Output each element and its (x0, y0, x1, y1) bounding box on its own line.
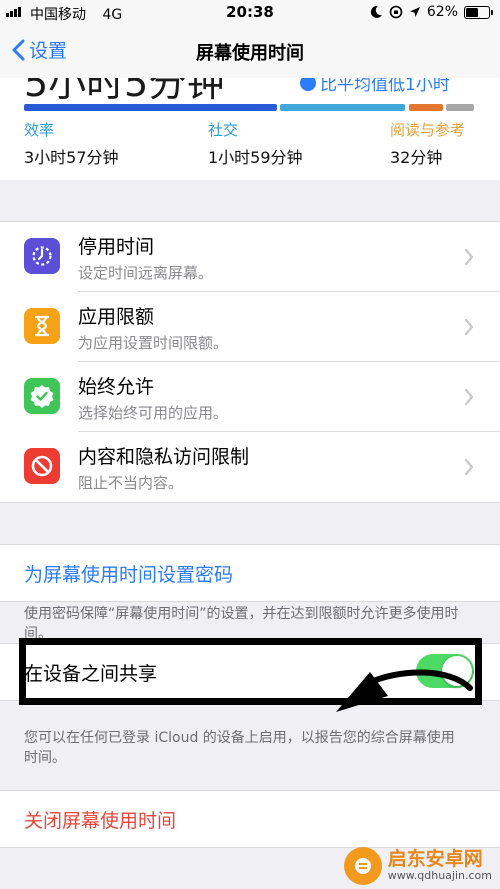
category-value-social: 1小时59分钟 (208, 148, 303, 167)
down-arrow-icon (300, 78, 316, 91)
hourglass-icon (24, 308, 60, 344)
total-usage: 5小时5分钟 (24, 78, 225, 105)
category-label-social: 社交 (208, 121, 239, 139)
status-right: 62% (369, 4, 493, 20)
always-allowed-subtitle: 选择始终可用的应用。 (78, 404, 229, 422)
watermark-name: 启东安卓网 (387, 848, 483, 871)
category-label-reading: 阅读与参考 (390, 121, 466, 139)
usage-bar-segment (409, 104, 443, 111)
set-passcode-button[interactable]: 为屏幕使用时间设置密码 (0, 544, 500, 602)
content-privacy-title: 内容和隐私访问限制 (78, 446, 250, 468)
settings-list: 停用时间 设定时间远离屏幕。 应用限额 为应用设置时间限额。 始终允许 选择始终… (0, 221, 500, 503)
usage-compare: 比平均值低1小时 (300, 78, 450, 95)
app-limits-subtitle: 为应用设置时间限额。 (78, 334, 229, 352)
navigation-bar: 设置 屏幕使用时间 (0, 26, 500, 78)
compare-text: 比平均值低1小时 (320, 78, 450, 95)
usage-bar-segment (24, 104, 277, 111)
turn-off-label: 关闭屏幕使用时间 (24, 810, 177, 832)
chevron-right-icon (464, 458, 474, 476)
usage-summary[interactable]: 5小时5分钟 比平均值低1小时 效率 3小时57分钟 社交 1小时59分钟 阅读… (0, 78, 500, 180)
content-privacy-subtitle: 阻止不当内容。 (78, 474, 184, 492)
category-value-reading: 32分钟 (390, 148, 443, 167)
watermark-logo-icon (343, 847, 382, 885)
app-limits-title: 应用限额 (78, 306, 155, 328)
watermark: 启东安卓网 www.qdhuajin.com (343, 847, 492, 885)
set-passcode-label: 为屏幕使用时间设置密码 (24, 564, 234, 586)
downtime-row[interactable]: 停用时间 设定时间远离屏幕。 (0, 222, 500, 292)
share-note: 您可以在任何已登录 iCloud 的设备上启用，以报告您的综合屏幕使用时间。 (24, 730, 455, 766)
rotation-lock-icon (389, 5, 403, 19)
downtime-title: 停用时间 (78, 236, 155, 258)
turn-off-screen-time-button[interactable]: 关闭屏幕使用时间 (0, 790, 500, 848)
category-value-efficiency: 3小时57分钟 (24, 148, 119, 167)
battery-icon (464, 5, 493, 19)
watermark-text: 启东安卓网 www.qdhuajin.com (387, 848, 492, 883)
annotation-arrow-icon (336, 669, 473, 712)
always-allowed-title: 始终允许 (78, 376, 155, 398)
app-limits-row[interactable]: 应用限额 为应用设置时间限额。 (0, 292, 500, 362)
restriction-icon (24, 448, 60, 484)
status-bar: 中国移动 4G 20:38 62% (0, 0, 500, 26)
battery-percent: 62% (426, 4, 458, 20)
chevron-right-icon (464, 248, 474, 266)
usage-bar-segment (446, 104, 474, 111)
downtime-subtitle: 设定时间远离屏幕。 (78, 264, 214, 282)
usage-bar-segment (280, 104, 405, 111)
content-privacy-row[interactable]: 内容和隐私访问限制 阻止不当内容。 (0, 432, 500, 502)
chevron-right-icon (464, 318, 474, 336)
moon-icon (370, 5, 382, 18)
downtime-icon (24, 238, 60, 274)
checkmark-badge-icon (24, 378, 60, 414)
chevron-right-icon (464, 388, 474, 406)
page-title: 屏幕使用时间 (196, 43, 304, 64)
watermark-url: www.qdhuajin.com (387, 869, 492, 883)
always-allowed-row[interactable]: 始终允许 选择始终可用的应用。 (0, 362, 500, 432)
location-icon (409, 7, 420, 17)
category-label-efficiency: 效率 (24, 121, 55, 139)
